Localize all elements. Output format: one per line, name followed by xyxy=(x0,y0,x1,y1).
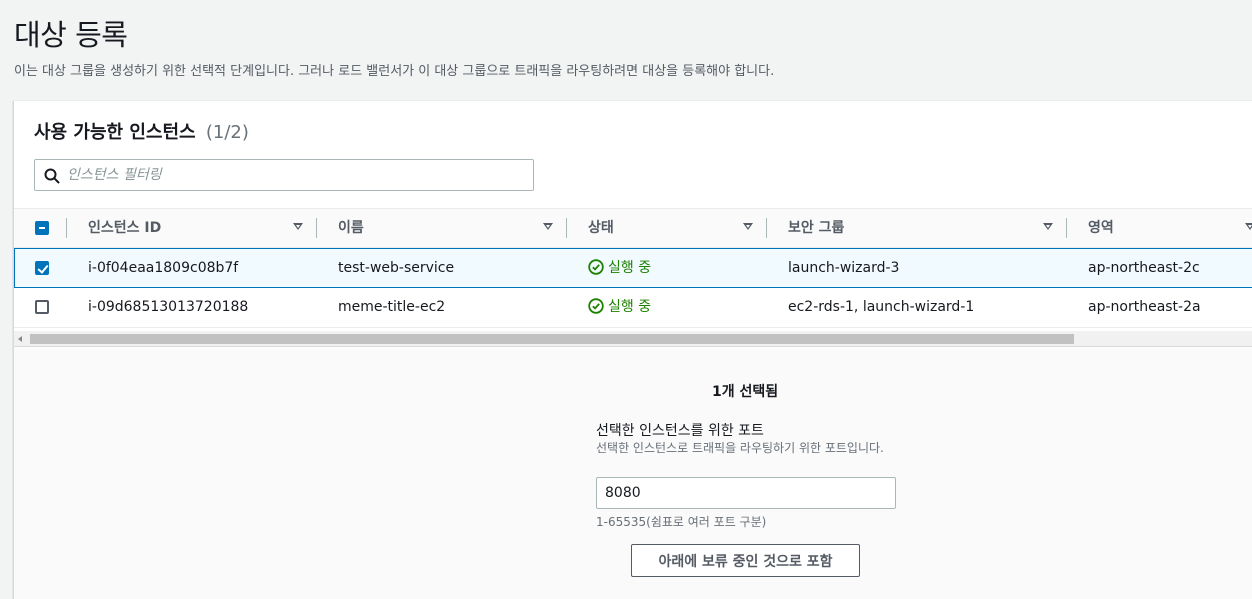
panel-header: 사용 가능한 인스턴스 (1/2) xyxy=(34,118,249,144)
column-header-name[interactable]: 이름 xyxy=(338,209,554,247)
zone-cell: ap-northeast-2c xyxy=(1088,260,1200,276)
filter-input[interactable] xyxy=(67,160,527,190)
page-title: 대상 등록 xyxy=(14,18,128,52)
sort-icon[interactable] xyxy=(293,223,303,230)
table-header: 인스턴스 ID 이름 상태 보안 그룹 영역 xyxy=(14,208,1252,248)
port-description: 선택한 인스턴스로 트래픽을 라우팅하기 위한 포트입니다. xyxy=(596,441,884,455)
table-row[interactable]: i-0f04eaa1809c08b7f test-web-service 실행 … xyxy=(14,248,1252,288)
instance-filter[interactable] xyxy=(34,159,534,191)
select-all-checkbox[interactable] xyxy=(35,221,49,235)
column-divider[interactable] xyxy=(566,218,567,238)
selection-count: (1/2) xyxy=(205,122,249,143)
instance-id-cell: i-09d68513013720188 xyxy=(88,299,249,315)
port-input[interactable] xyxy=(596,477,896,509)
zone-cell: ap-northeast-2a xyxy=(1088,299,1201,315)
instances-table: 인스턴스 ID 이름 상태 보안 그룹 영역 i-0f04eaa1809c08b… xyxy=(14,208,1252,328)
port-label: 선택한 인스턴스를 위한 포트 xyxy=(596,423,764,439)
selected-count-label: 1개 선택됨 xyxy=(712,384,779,400)
column-header-state[interactable]: 상태 xyxy=(588,209,804,247)
page-description: 이는 대상 그룹을 생성하기 위한 선택적 단계입니다. 그러나 로드 밸런서가… xyxy=(14,64,775,79)
available-instances-panel: 사용 가능한 인스턴스 (1/2) 인스턴스 ID 이름 상태 xyxy=(13,100,1252,599)
state-cell: 실행 중 xyxy=(588,249,651,287)
name-cell: meme-title-ec2 xyxy=(338,299,446,315)
sort-icon[interactable] xyxy=(743,223,753,230)
security-group-cell: ec2-rds-1, launch-wizard-1 xyxy=(788,299,975,315)
sort-icon[interactable] xyxy=(543,223,553,230)
row-checkbox[interactable] xyxy=(35,261,49,275)
sort-icon[interactable] xyxy=(1043,223,1053,230)
port-hint: 1-65535(쉼표로 여러 포트 구분) xyxy=(596,515,767,529)
column-divider[interactable] xyxy=(316,218,317,238)
column-divider[interactable] xyxy=(1066,218,1067,238)
column-divider xyxy=(66,218,67,238)
name-cell: test-web-service xyxy=(338,260,455,276)
scroll-left-arrow-icon[interactable] xyxy=(18,336,22,342)
row-checkbox[interactable] xyxy=(35,300,49,314)
column-divider[interactable] xyxy=(766,218,767,238)
instance-id-cell: i-0f04eaa1809c08b7f xyxy=(88,260,239,276)
include-as-pending-button[interactable]: 아래에 보류 중인 것으로 포함 xyxy=(631,544,860,577)
state-cell: 실행 중 xyxy=(588,288,651,326)
check-circle-icon xyxy=(588,297,604,314)
column-header-zone[interactable]: 영역 xyxy=(1088,209,1252,247)
search-icon xyxy=(44,168,60,184)
check-circle-icon xyxy=(588,258,604,275)
column-header-instance-id[interactable]: 인스턴스 ID xyxy=(88,209,304,247)
scrollbar-thumb[interactable] xyxy=(30,334,1074,344)
sort-icon[interactable] xyxy=(1245,223,1252,230)
table-row[interactable]: i-09d68513013720188 meme-title-ec2 실행 중 … xyxy=(14,288,1252,328)
panel-title: 사용 가능한 인스턴스 xyxy=(34,122,196,143)
security-group-cell: launch-wizard-3 xyxy=(788,260,900,276)
column-header-security-group[interactable]: 보안 그룹 xyxy=(788,209,1058,247)
horizontal-scrollbar[interactable] xyxy=(14,331,1252,347)
